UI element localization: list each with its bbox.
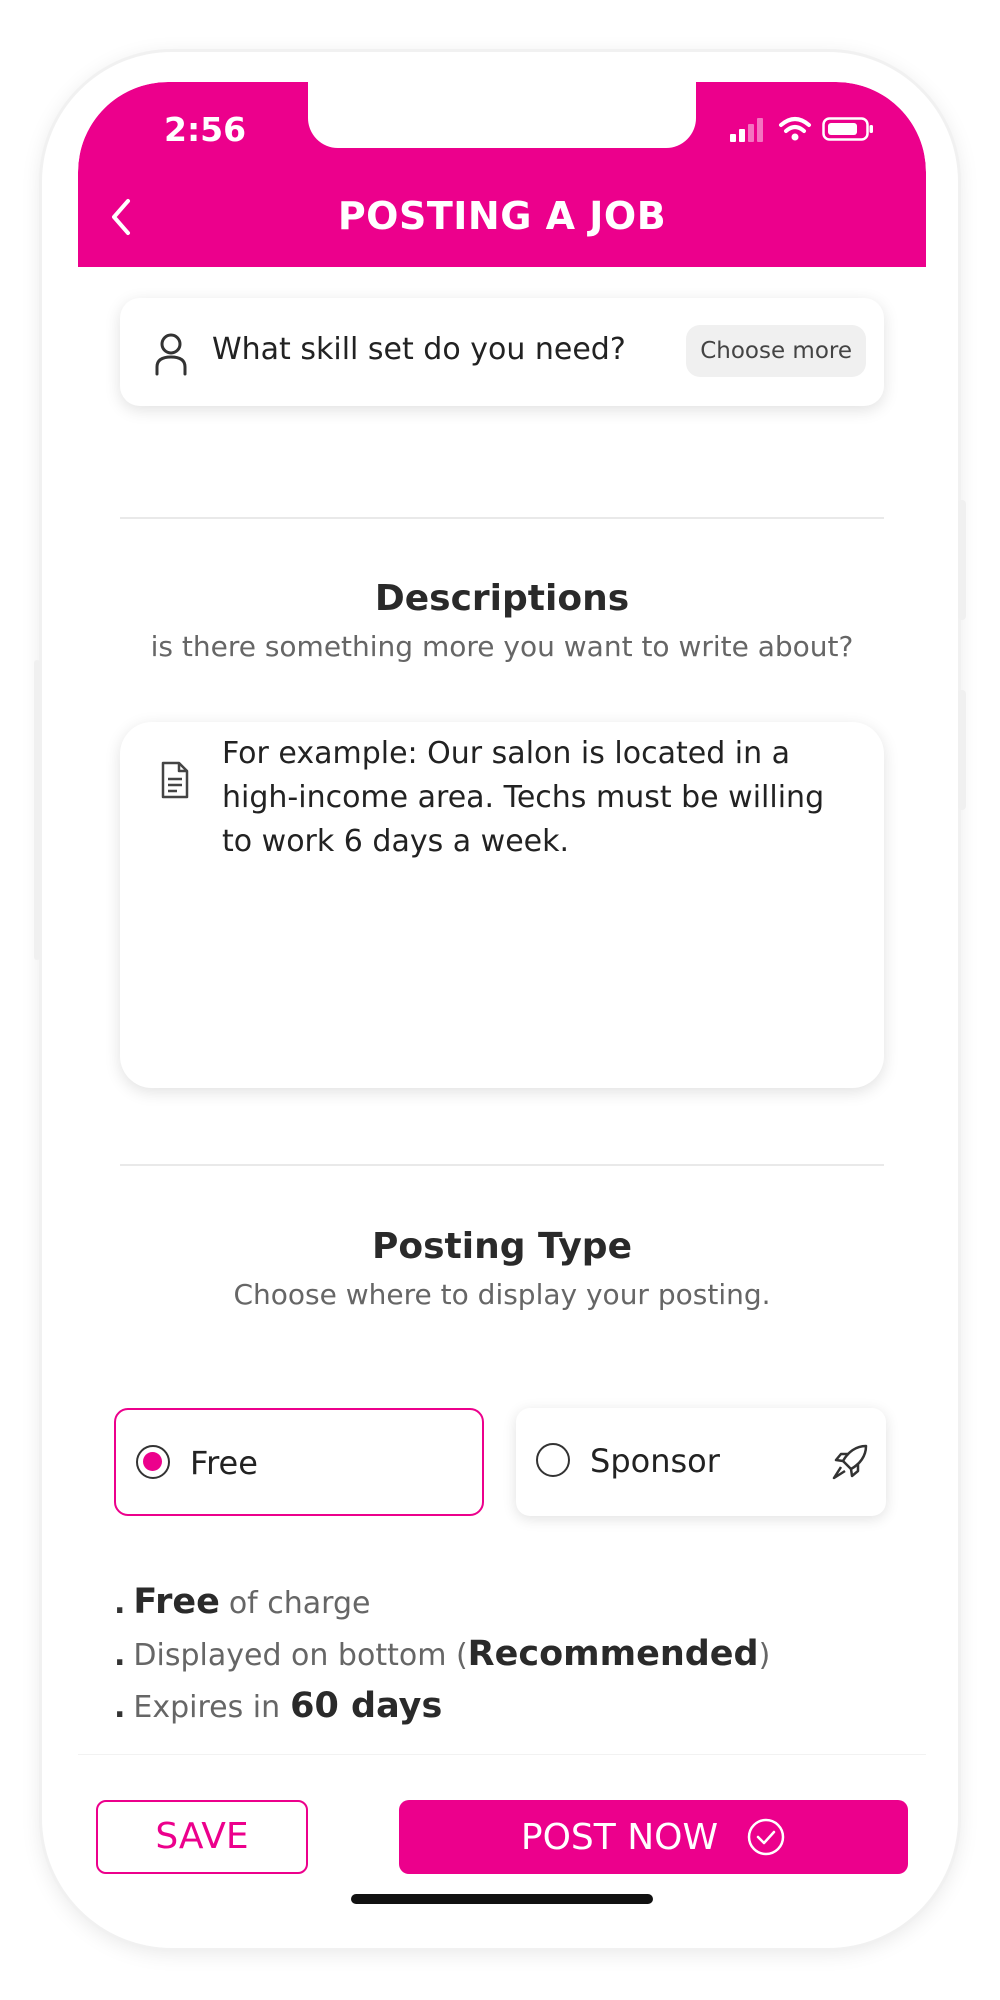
posting-type-subtitle: Choose where to display your posting.	[233, 1278, 771, 1311]
radio-unchecked[interactable]	[536, 1443, 570, 1477]
radio-checked[interactable]	[136, 1445, 170, 1479]
bullet: .	[114, 1638, 126, 1673]
benefit-strong: Recommended	[467, 1634, 759, 1674]
skill-question-label: What skill set do you need?	[212, 332, 626, 367]
battery-icon	[822, 117, 873, 141]
posting-benefits: . Free of charge . Displayed on bottom (…	[114, 1582, 770, 1738]
benefit-item: . Free of charge	[114, 1582, 770, 1634]
status-time: 2:56	[164, 110, 247, 149]
choose-more-button[interactable]: Choose more	[686, 325, 866, 377]
section-divider	[120, 1164, 884, 1166]
description-placeholder: For example: Our salon is located in a h…	[222, 736, 825, 859]
descriptions-title: Descriptions	[374, 578, 630, 619]
benefit-strong: Free	[133, 1582, 220, 1622]
document-icon	[161, 761, 189, 799]
posting-option-sponsor[interactable]: Sponsor	[516, 1408, 886, 1516]
signal-icon	[730, 118, 763, 142]
skill-selector[interactable]: What skill set do you need? Choose more	[120, 298, 884, 406]
post-now-button[interactable]: POST NOW	[399, 1800, 908, 1874]
benefit-text: of charge	[228, 1586, 371, 1621]
rocket-icon	[832, 1444, 868, 1480]
benefit-strong: 60 days	[290, 1686, 443, 1726]
person-icon	[155, 333, 187, 376]
page-title: POSTING A JOB	[337, 194, 667, 238]
check-circle-icon	[747, 1818, 785, 1856]
save-button[interactable]: SAVE	[96, 1800, 308, 1874]
side-button	[958, 690, 966, 810]
app-header: 2:56 POSTING A JOB	[78, 82, 926, 267]
posting-type-title: Posting Type	[372, 1226, 632, 1267]
option-label-sponsor: Sponsor	[590, 1442, 720, 1480]
benefit-text: Displayed on bottom (	[133, 1638, 468, 1673]
section-divider	[120, 517, 884, 519]
side-button	[958, 500, 966, 620]
benefit-item: . Displayed on bottom ( Recommended )	[114, 1634, 770, 1686]
benefit-text: )	[758, 1638, 771, 1673]
home-indicator	[351, 1894, 653, 1904]
device-notch	[308, 82, 696, 148]
benefit-item: . Expires in 60 days	[114, 1686, 770, 1738]
side-button	[34, 660, 40, 960]
post-now-label: POST NOW	[520, 1816, 719, 1858]
bullet: .	[114, 1690, 126, 1725]
benefit-text: Expires in	[133, 1690, 281, 1725]
option-label-free: Free	[190, 1444, 258, 1482]
bullet: .	[114, 1586, 126, 1621]
description-textarea[interactable]: For example: Our salon is located in a h…	[120, 722, 884, 1088]
posting-option-free[interactable]: Free	[114, 1408, 484, 1516]
status-icons	[728, 116, 874, 142]
descriptions-subtitle: is there something more you want to writ…	[150, 630, 854, 663]
wifi-icon	[779, 117, 811, 141]
app-screen: 2:56 POSTING A JOB What skill set do you…	[78, 82, 926, 1922]
